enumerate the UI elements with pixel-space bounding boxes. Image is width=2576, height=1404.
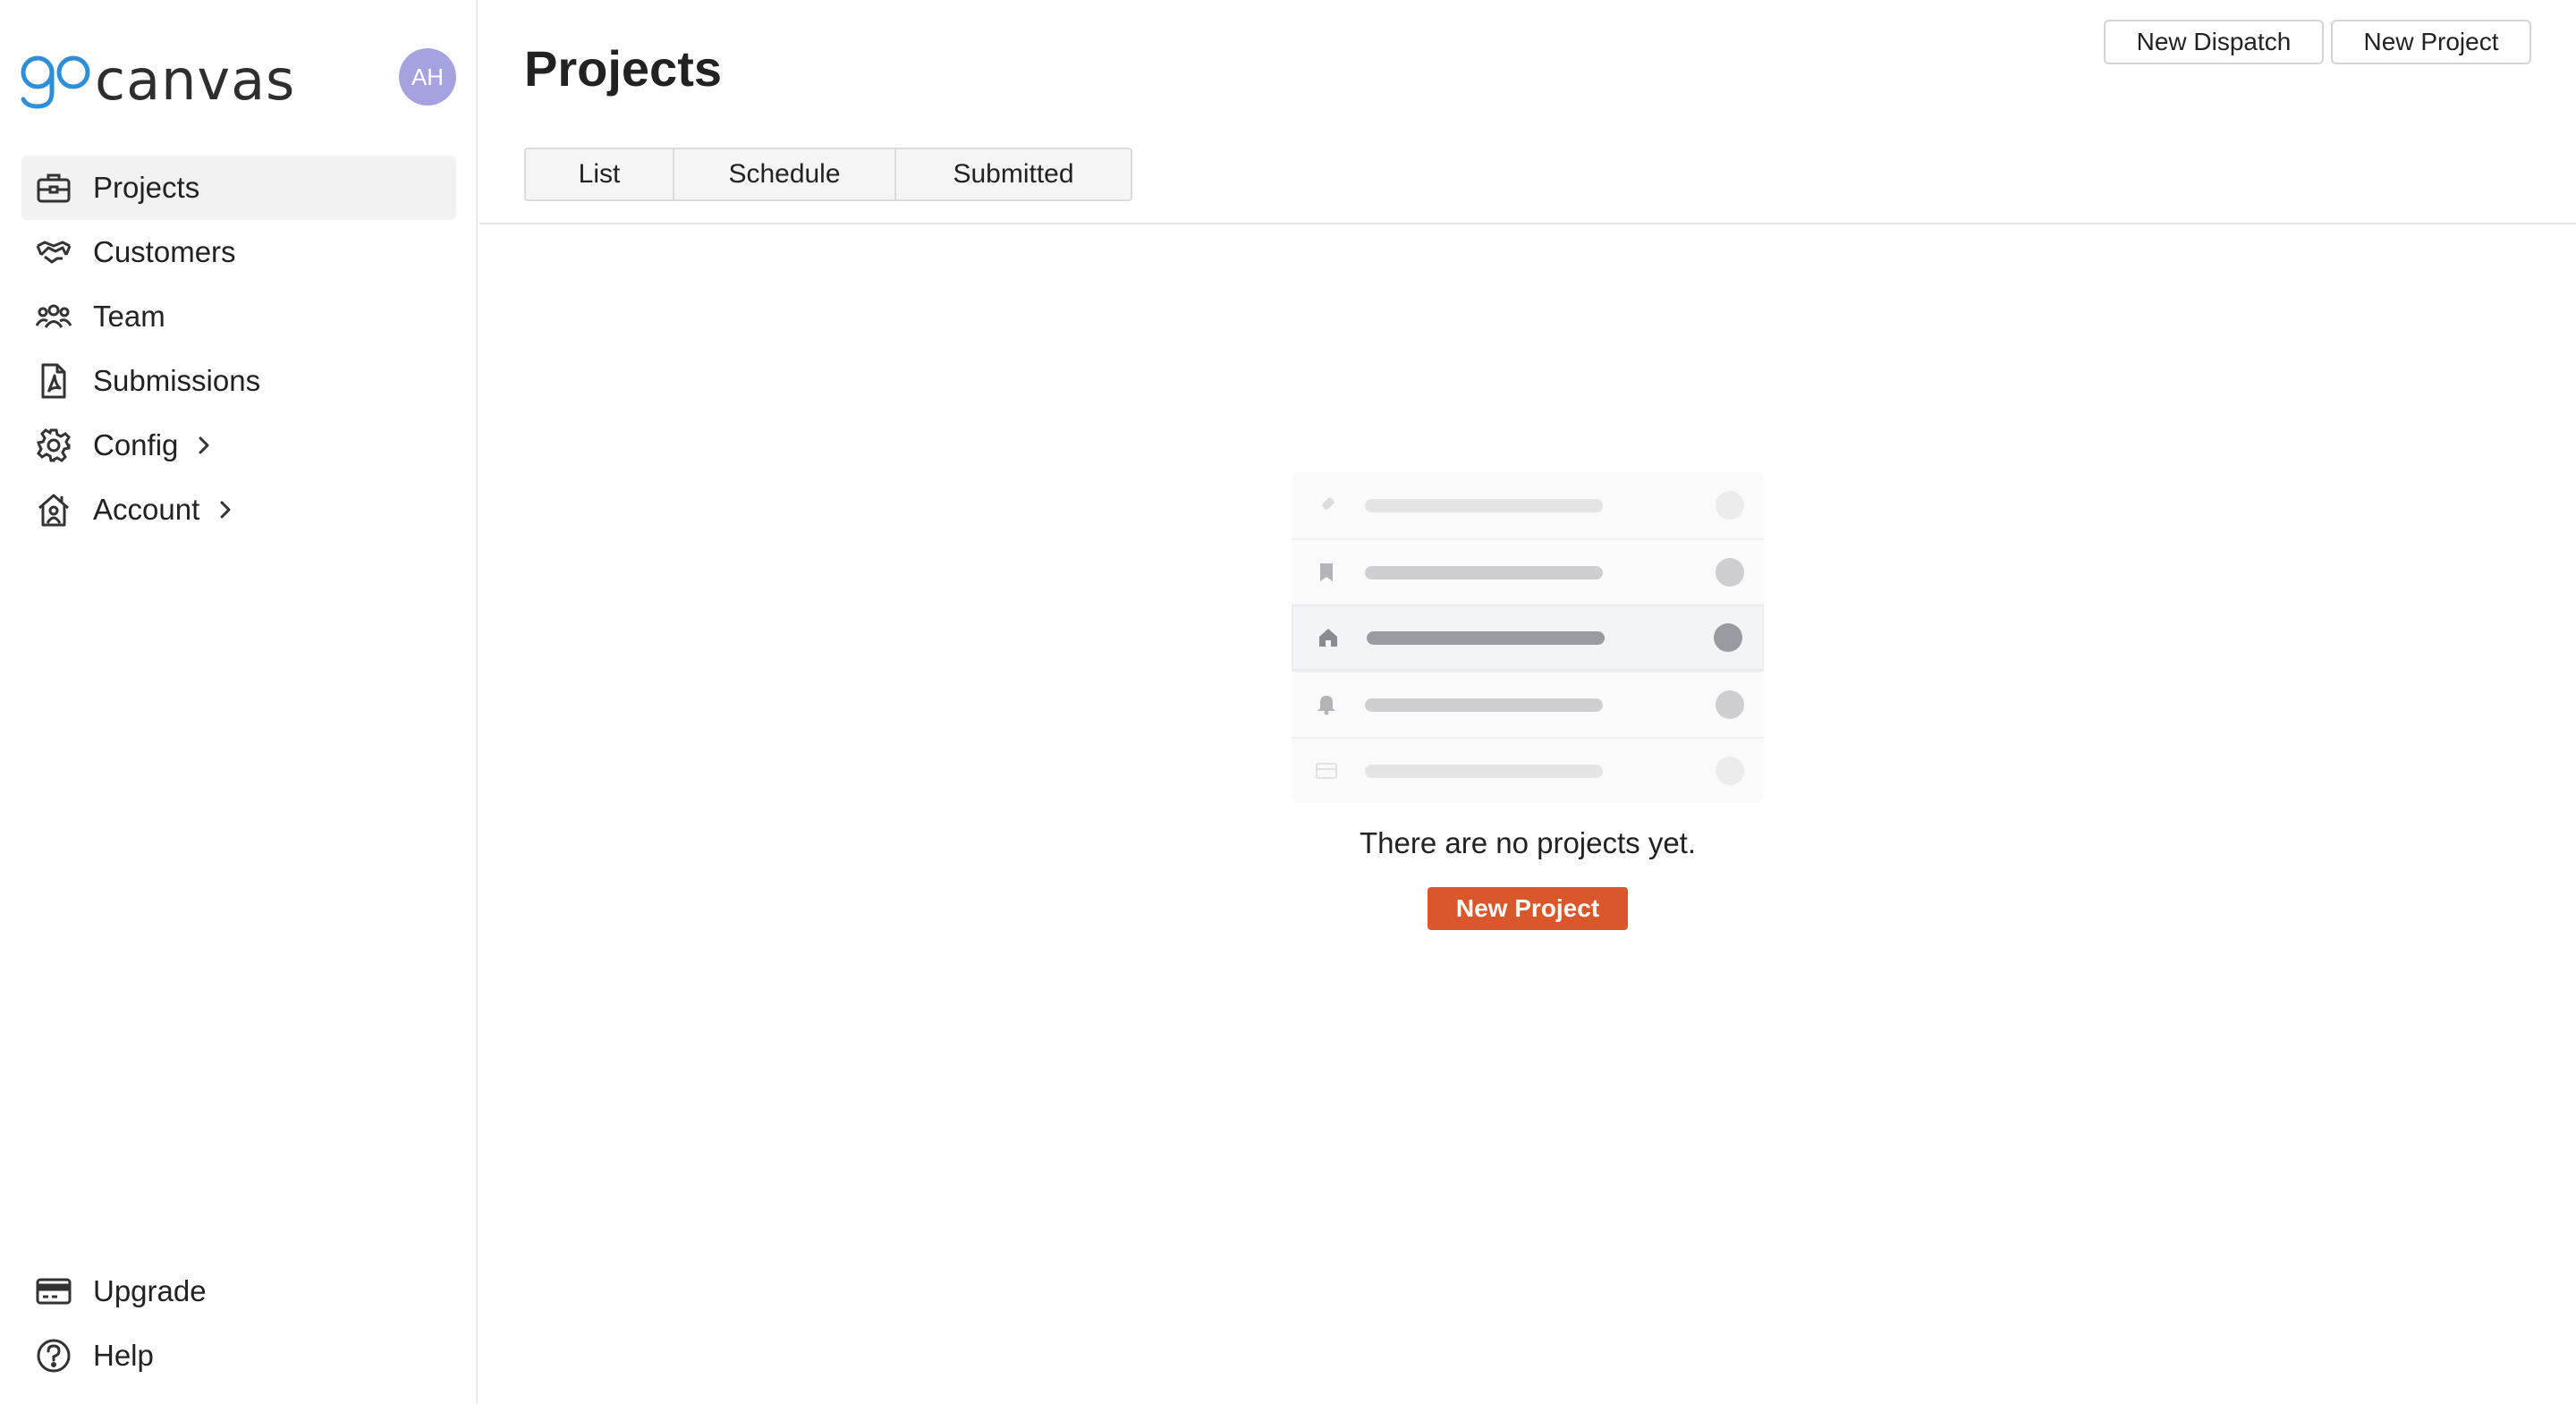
bell-icon bbox=[1313, 691, 1340, 718]
handshake-icon bbox=[36, 234, 72, 270]
view-tabs: List Schedule Submitted bbox=[524, 148, 1132, 201]
sidebar-item-projects[interactable]: Projects bbox=[21, 156, 456, 220]
placeholder-bar bbox=[1367, 630, 1605, 645]
placeholder-dot bbox=[1716, 491, 1744, 520]
sidebar-item-team[interactable]: Team bbox=[21, 284, 456, 349]
tab-schedule[interactable]: Schedule bbox=[674, 149, 896, 199]
placeholder-bar bbox=[1365, 498, 1603, 512]
briefcase-icon bbox=[36, 170, 72, 206]
logo-text: canvas bbox=[95, 47, 296, 113]
home-account-icon bbox=[36, 492, 72, 528]
sidebar-item-submissions[interactable]: Submissions bbox=[21, 349, 456, 413]
sidebar-item-help[interactable]: Help bbox=[21, 1324, 456, 1388]
avatar[interactable]: AH bbox=[399, 48, 456, 106]
card-icon bbox=[1313, 757, 1340, 784]
sidebar-item-label: Submissions bbox=[93, 364, 261, 397]
placeholder-dot bbox=[1716, 690, 1744, 719]
sidebar-item-label: Projects bbox=[93, 171, 200, 204]
credit-card-icon bbox=[36, 1273, 72, 1309]
illustration-row bbox=[1292, 737, 1764, 803]
help-circle-icon bbox=[36, 1338, 72, 1374]
rocket-icon bbox=[1313, 492, 1340, 519]
page-title: Projects bbox=[524, 40, 722, 97]
sidebar-item-label: Upgrade bbox=[93, 1274, 207, 1307]
sidebar-item-upgrade[interactable]: Upgrade bbox=[21, 1259, 456, 1324]
header-divider bbox=[479, 223, 2576, 224]
illustration-row bbox=[1292, 605, 1764, 671]
sidebar-item-label: Team bbox=[93, 300, 165, 333]
sidebar-nav: Projects Customers Team Submissions Conf… bbox=[21, 156, 456, 542]
sidebar-item-account[interactable]: Account bbox=[21, 478, 456, 542]
tab-submitted[interactable]: Submitted bbox=[896, 149, 1131, 199]
gocanvas-logo[interactable]: canvas bbox=[20, 45, 295, 116]
placeholder-bar bbox=[1365, 698, 1603, 712]
sidebar-item-label: Help bbox=[93, 1339, 154, 1372]
illustration-row bbox=[1292, 472, 1764, 538]
logo-go-mark bbox=[20, 47, 93, 114]
placeholder-dot bbox=[1714, 623, 1742, 652]
placeholder-dot bbox=[1716, 757, 1744, 785]
sidebar-item-label: Config bbox=[93, 428, 179, 461]
placeholder-dot bbox=[1716, 558, 1744, 587]
sidebar-item-config[interactable]: Config bbox=[21, 413, 456, 478]
empty-state-new-project-button[interactable]: New Project bbox=[1428, 887, 1628, 930]
tab-list[interactable]: List bbox=[526, 149, 674, 199]
placeholder-bar bbox=[1365, 565, 1603, 579]
sidebar-item-label: Customers bbox=[93, 235, 236, 268]
empty-state-illustration bbox=[1292, 472, 1764, 803]
new-dispatch-button[interactable]: New Dispatch bbox=[2104, 20, 2324, 64]
gear-icon bbox=[36, 427, 72, 463]
new-project-button[interactable]: New Project bbox=[2331, 20, 2531, 64]
sidebar: canvas AH Projects Customers Team Submis… bbox=[0, 0, 478, 1404]
home-icon bbox=[1315, 624, 1342, 651]
empty-state-message: There are no projects yet. bbox=[1359, 826, 1697, 859]
placeholder-bar bbox=[1365, 764, 1603, 778]
chevron-right-icon bbox=[198, 436, 210, 455]
chevron-right-icon bbox=[219, 500, 232, 520]
pdf-document-icon bbox=[36, 363, 72, 399]
sidebar-item-label: Account bbox=[93, 493, 200, 526]
illustration-row bbox=[1292, 671, 1764, 737]
sidebar-item-customers[interactable]: Customers bbox=[21, 220, 456, 284]
bookmark-icon bbox=[1313, 559, 1340, 586]
team-icon bbox=[36, 299, 72, 334]
sidebar-bottom-nav: Upgrade Help bbox=[21, 1259, 456, 1388]
illustration-row bbox=[1292, 538, 1764, 605]
